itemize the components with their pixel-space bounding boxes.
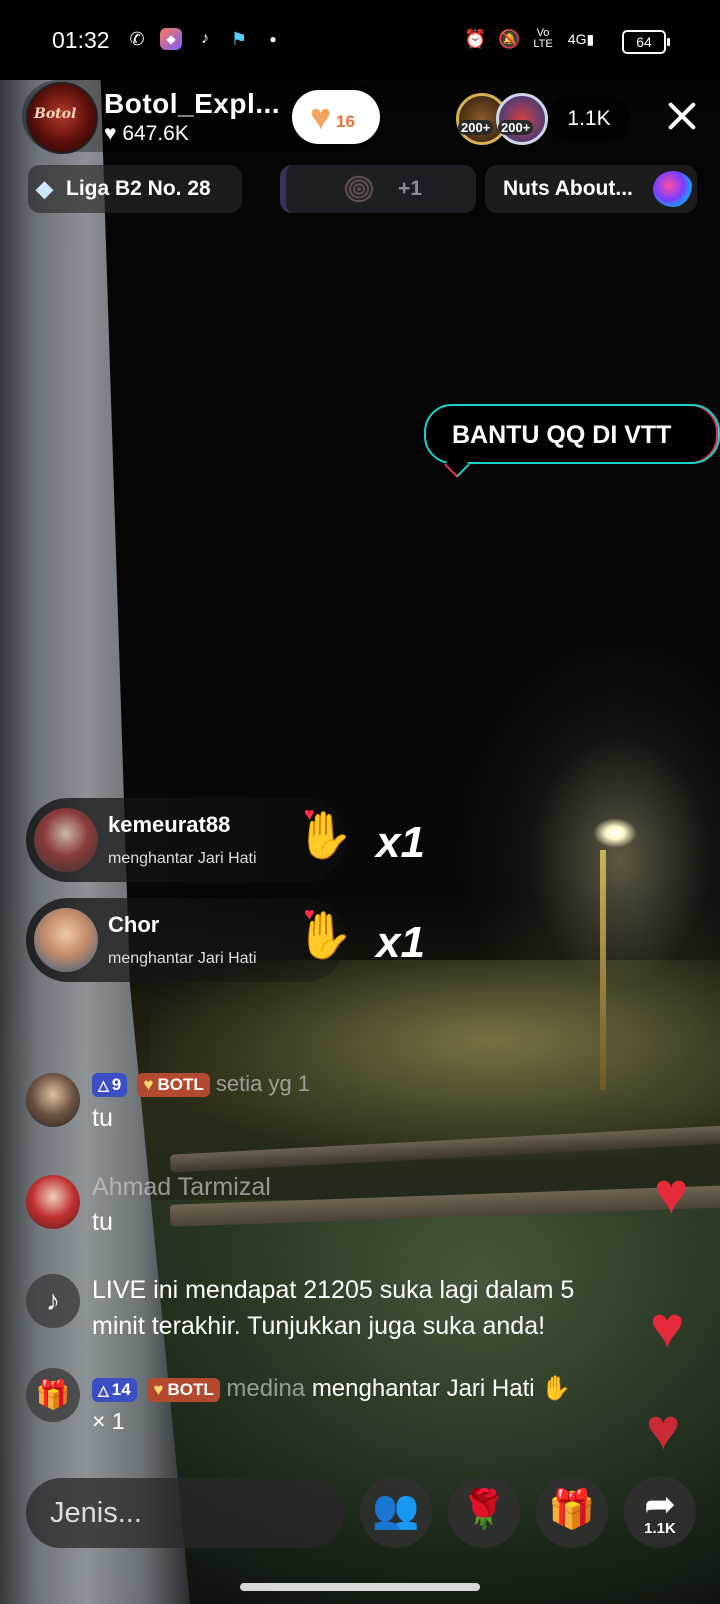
pinned-message-bubble[interactable]: BANTU QQ DI VTT — [424, 404, 720, 478]
mute-icon: 🔕 — [498, 29, 521, 49]
gift-comment-header: △ 14 ♥ BOTL medina menghantar Jari Hati ✋ — [92, 1374, 571, 1403]
gift-action: menghantar Jari Hati — [108, 950, 257, 967]
gift-user-avatar[interactable] — [34, 908, 98, 972]
follow-button[interactable]: ♥ 16 — [292, 90, 380, 144]
game-icon: ⚑ — [230, 29, 248, 49]
alarm-icon: ⏰ — [464, 29, 487, 49]
fan-badge: ♥ BOTL — [137, 1073, 210, 1098]
status-bar: 01:32 ✆ ◆ ♪ ⚑ ● ⏰ 🔕 Vo LTE 4G▮ 64 — [0, 0, 720, 80]
top-viewer-badge-2: 200+ — [498, 120, 534, 135]
follow-count: 16 — [336, 112, 355, 131]
comment-avatar[interactable] — [26, 1175, 80, 1229]
level-icon: △ — [98, 1381, 109, 1398]
tiktok-icon: ♪ — [201, 30, 209, 47]
close-icon[interactable] — [664, 98, 700, 134]
fan-badge: ♥ BOTL — [147, 1377, 220, 1402]
host-likes-count: 647.6K — [122, 122, 189, 145]
viewer-count[interactable]: 1.1K — [548, 96, 630, 142]
level-badge: △ 14 — [92, 1377, 137, 1402]
share-button[interactable]: ➦ 1.1K — [624, 1476, 696, 1548]
system-message-line-1: LIVE ini mendapat 21205 suka lagi dalam … — [92, 1276, 575, 1304]
whatsapp-icon: ✆ — [129, 29, 145, 49]
status-time: 01:32 — [52, 27, 110, 53]
finger-heart-icon: ♥ ✋ — [296, 904, 354, 961]
people-icon: 👥 — [372, 1489, 420, 1531]
heart-icon: ♥ — [310, 96, 332, 137]
level-icon: △ — [98, 1077, 109, 1094]
heart-icon: ♥ — [104, 122, 117, 145]
top-viewer-avatar-2[interactable] — [496, 93, 548, 145]
league-chip[interactable]: ◆ Liga B2 No. 28 — [28, 165, 242, 213]
signal-icon: 4G▮ — [567, 31, 595, 47]
gift-count: x1 — [376, 818, 425, 867]
share-count: 1.1K — [644, 1520, 676, 1537]
street-lamp-light — [593, 818, 637, 848]
gift-user-avatar[interactable] — [34, 808, 98, 872]
comment-input[interactable]: Jenis... — [26, 1478, 344, 1548]
host-avatar-logo-text: Botol — [34, 106, 77, 122]
ranking-label: Nuts About... — [503, 177, 633, 200]
pinned-message-text: BANTU QQ DI VTT — [452, 421, 672, 449]
gift-notification[interactable]: Chor menghantar Jari Hati ♥ ✋ — [26, 898, 353, 982]
comment-username[interactable]: Ahmad Tarmizal — [92, 1173, 271, 1202]
floating-heart-icon: ♥ — [654, 1161, 689, 1226]
league-label: Liga B2 No. 28 — [66, 177, 211, 200]
host-name[interactable]: Botol_Expl... — [104, 88, 280, 120]
floating-heart-icon: ♥ — [650, 1295, 685, 1360]
finger-heart-icon: ♥ ✋ — [296, 804, 354, 861]
fan-heart-icon: ♥ — [143, 1075, 154, 1095]
comment-input-placeholder: Jenis... — [50, 1497, 142, 1529]
system-message-line-2: minit terakhir. Tunjukkan juga suka anda… — [92, 1312, 546, 1340]
app-icon: ◆ — [160, 28, 182, 50]
gift-username: Chor — [108, 912, 160, 937]
extra-count: +1 — [398, 177, 422, 200]
home-indicator[interactable] — [240, 1583, 480, 1591]
comment-text: tu — [92, 1104, 113, 1132]
extra-chip[interactable]: +1 — [280, 165, 476, 213]
volte-icon: Vo LTE — [533, 27, 553, 50]
ranking-art-icon — [653, 171, 693, 207]
guest-request-button[interactable]: 👥 — [360, 1476, 432, 1548]
level-badge: △ 9 — [92, 1073, 128, 1098]
rose-icon: 🌹 — [460, 1489, 508, 1531]
floating-heart-icon: ♥ — [646, 1397, 681, 1462]
battery-indicator: 64 — [622, 30, 670, 54]
gift-icon: 🎁 — [548, 1489, 596, 1531]
gift-action-text: menghantar Jari Hati — [311, 1375, 535, 1402]
more-notifications-icon: ● — [269, 32, 277, 46]
gift-comment-count: × 1 — [92, 1408, 125, 1434]
diamond-icon: ◆ — [36, 176, 53, 201]
comment-username[interactable]: medina — [226, 1375, 305, 1402]
ranking-chip[interactable]: Nuts About... — [485, 165, 697, 213]
host-avatar[interactable]: Botol — [26, 82, 98, 154]
lamp-post — [600, 850, 606, 1090]
pattern-icon — [344, 175, 374, 203]
top-viewer-badge-1: 200+ — [458, 120, 494, 135]
comment-header: △ 9 ♥ BOTL setia yg 1 — [92, 1071, 310, 1098]
tiktok-icon: ♪ — [26, 1274, 80, 1328]
gift-notification[interactable]: kemeurat88 menghantar Jari Hati ♥ ✋ — [26, 798, 353, 882]
gift-action: menghantar Jari Hati — [108, 850, 257, 867]
rose-gift-button[interactable]: 🌹 — [448, 1476, 520, 1548]
comment-avatar[interactable] — [26, 1073, 80, 1127]
gift-box-icon: 🎁 — [26, 1368, 80, 1422]
fan-heart-icon: ♥ — [153, 1379, 164, 1399]
comment-username[interactable]: setia yg 1 — [216, 1071, 310, 1096]
gift-username: kemeurat88 — [108, 812, 231, 837]
comment-text: tu — [92, 1208, 113, 1236]
finger-heart-icon: ✋ — [541, 1375, 572, 1402]
gift-button[interactable]: 🎁 — [536, 1476, 608, 1548]
host-likes: ♥ 647.6K — [104, 122, 189, 146]
gift-count: x1 — [376, 918, 425, 967]
